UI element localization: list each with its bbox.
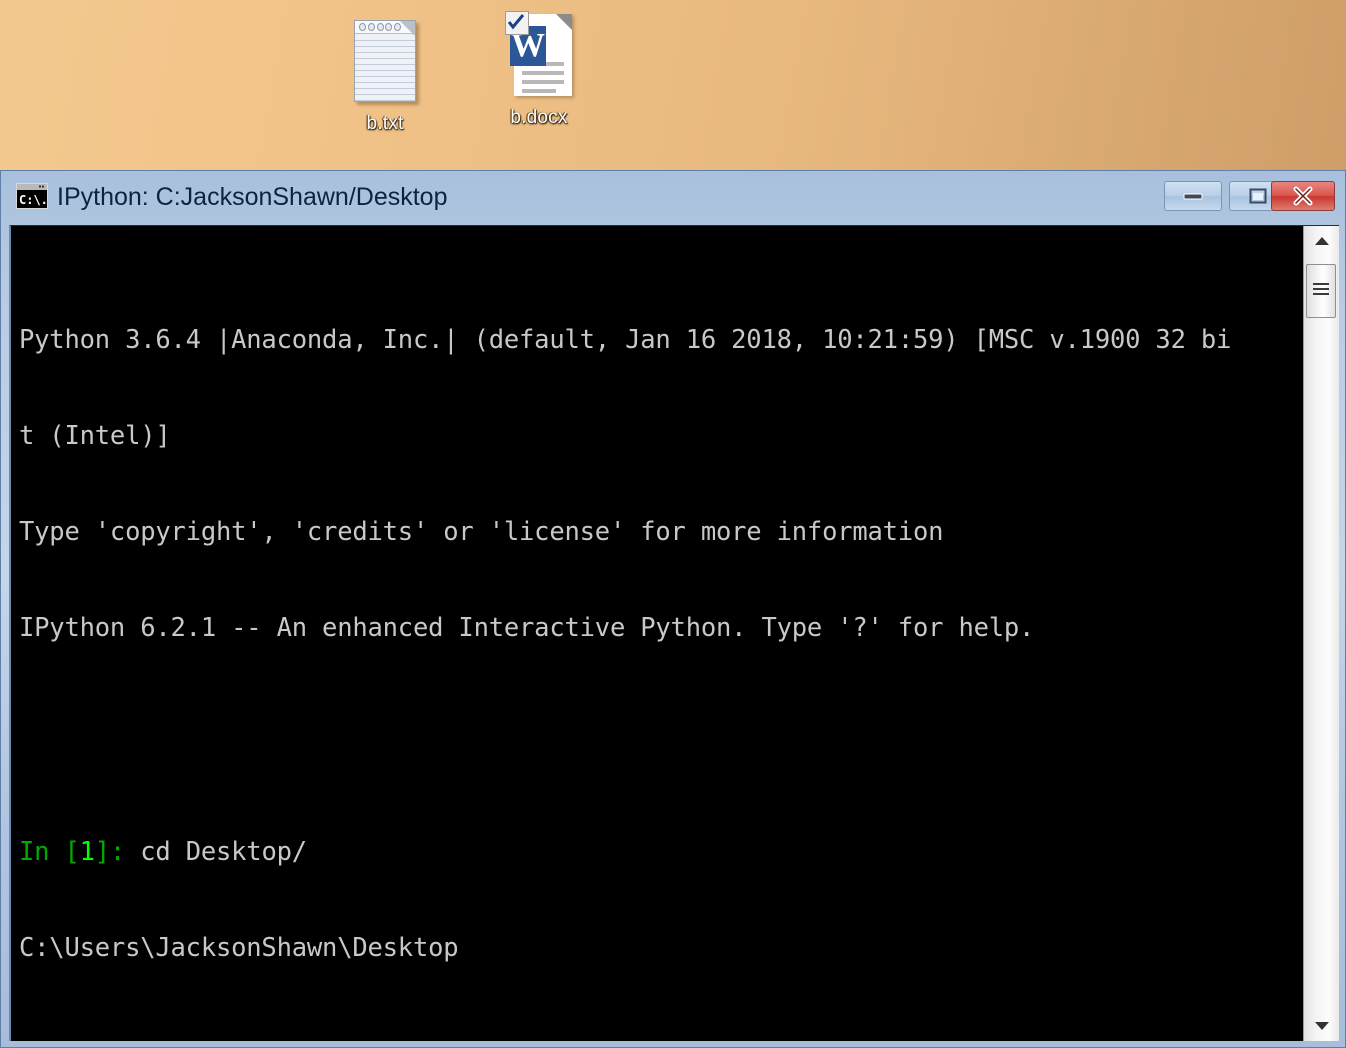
minimize-button[interactable] (1164, 181, 1222, 211)
ipython-console-window: C:\. IPython: C:JacksonShawn/Desktop (0, 170, 1346, 1048)
terminal-line-banner-2: Type 'copyright', 'credits' or 'license'… (19, 516, 1289, 548)
word-document-icon: W (496, 8, 582, 104)
scroll-down-icon (1313, 1020, 1331, 1032)
screen: b.txt W b.docx (0, 0, 1346, 1048)
vertical-scrollbar[interactable] (1303, 226, 1339, 1041)
checkmark-badge-icon (505, 11, 529, 35)
maximize-icon (1247, 187, 1269, 205)
terminal-line-banner-0: Python 3.6.4 |Anaconda, Inc.| (default, … (19, 324, 1289, 356)
desktop-icon-label: b.txt (310, 113, 460, 135)
terminal-output-area[interactable]: Python 3.6.4 |Anaconda, Inc.| (default, … (9, 225, 1339, 1041)
console-icon: C:\. (16, 183, 48, 209)
minimize-icon (1182, 191, 1204, 201)
scroll-up-button[interactable] (1304, 226, 1339, 256)
desktop-icon-label: b.docx (464, 107, 614, 129)
close-button[interactable] (1271, 181, 1335, 211)
desktop-icon-b-docx[interactable]: W b.docx (464, 8, 614, 129)
text-file-icon (342, 14, 428, 110)
terminal-line-banner-3: IPython 6.2.1 -- An enhanced Interactive… (19, 612, 1289, 644)
scrollbar-grip-icon (1313, 283, 1329, 295)
terminal-line-blank (19, 708, 1289, 740)
scroll-up-icon (1313, 235, 1331, 247)
desktop-background[interactable]: b.txt W b.docx (0, 0, 1346, 170)
window-bottom-edge (1, 1039, 1345, 1047)
window-title: IPython: C:JacksonShawn/Desktop (57, 183, 447, 212)
terminal-line-in-1: In [1]: cd Desktop/ (19, 836, 1289, 868)
desktop-icon-b-txt[interactable]: b.txt (310, 14, 460, 135)
scrollbar-thumb[interactable] (1306, 264, 1336, 318)
close-icon (1291, 185, 1315, 207)
terminal-line-banner-1: t (Intel)] (19, 420, 1289, 452)
terminal-line-cd-output: C:\Users\JacksonShawn\Desktop (19, 932, 1289, 964)
terminal-text: Python 3.6.4 |Anaconda, Inc.| (default, … (19, 228, 1289, 1041)
window-titlebar[interactable]: C:\. IPython: C:JacksonShawn/Desktop (1, 171, 1345, 225)
svg-text:C:\.: C:\. (19, 193, 48, 207)
scroll-down-button[interactable] (1304, 1011, 1339, 1041)
